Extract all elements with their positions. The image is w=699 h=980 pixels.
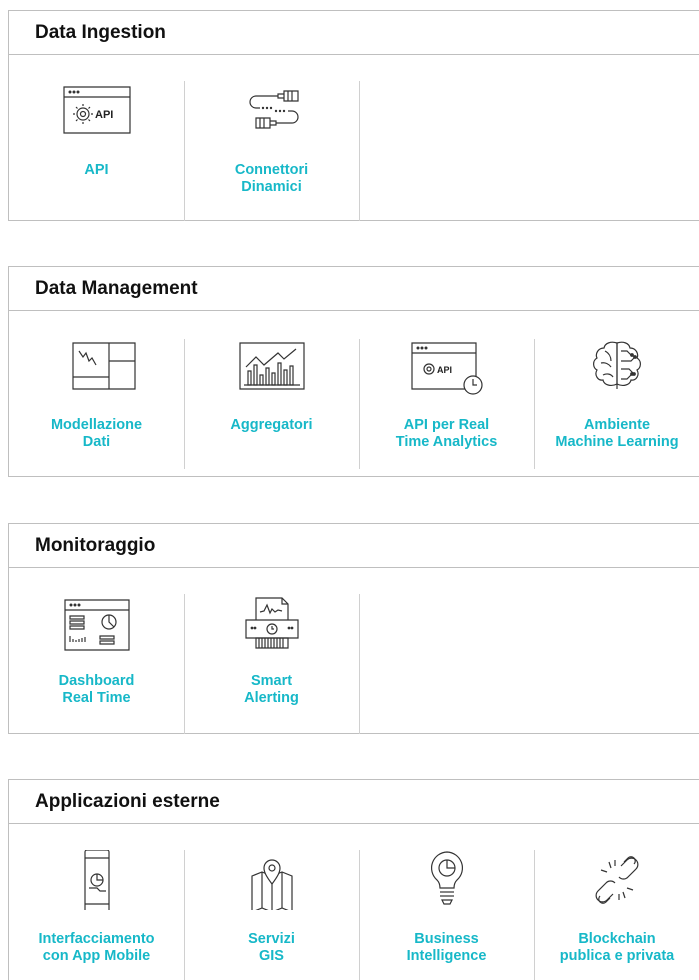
api-window-icon: API	[57, 81, 137, 141]
item-label: Blockchain publica e privata	[559, 931, 675, 964]
item-label: Aggregatori	[230, 417, 313, 433]
item-label: API	[84, 162, 109, 178]
item-servizi-gis[interactable]: Servizi GIS	[184, 824, 359, 980]
section-monitoraggio: Monitoraggio Dashboard Real Time Smart A…	[8, 523, 699, 734]
item-label: Modellazione Dati	[50, 417, 143, 450]
item-app-mobile[interactable]: Interfacciamento con App Mobile	[9, 824, 184, 980]
map-pin-icon	[232, 850, 312, 910]
api-icon-text: API	[437, 365, 452, 375]
broken-chain-icon	[577, 850, 657, 910]
item-aggregatori[interactable]: Aggregatori	[184, 311, 359, 476]
item-label: Business Intelligence	[406, 931, 487, 964]
bar-chart-icon	[232, 337, 312, 397]
item-label: Smart Alerting	[244, 673, 299, 706]
item-blockchain[interactable]: Blockchain publica e privata	[534, 824, 699, 980]
lightbulb-icon	[407, 850, 487, 910]
section-title: Monitoraggio	[9, 524, 699, 568]
mobile-app-icon	[57, 850, 137, 910]
item-label: Ambiente Machine Learning	[555, 417, 679, 450]
section-applicazioni-esterne: Applicazioni esterne Interfacciamento co…	[8, 779, 699, 980]
item-row: Interfacciamento con App Mobile Servizi …	[9, 824, 699, 980]
item-label: Connettori Dinamici	[234, 162, 309, 195]
item-label: API per Real Time Analytics	[395, 417, 498, 450]
section-data-management: Data Management Modellazione Dati Aggreg…	[8, 266, 699, 477]
brain-icon	[577, 337, 657, 397]
item-api-real-time-analytics[interactable]: API API per Real Time Analytics	[359, 311, 534, 476]
section-title: Applicazioni esterne	[9, 780, 699, 824]
item-row: API API Connettori Dinamici	[9, 55, 699, 221]
section-title: Data Management	[9, 267, 699, 311]
dashboard-icon	[57, 594, 137, 654]
item-label: Interfacciamento con App Mobile	[38, 931, 155, 964]
api-clock-icon: API	[407, 337, 487, 397]
item-connettori-dinamici[interactable]: Connettori Dinamici	[184, 55, 359, 220]
item-dashboard-real-time[interactable]: Dashboard Real Time	[9, 568, 184, 733]
section-title: Data Ingestion	[9, 11, 699, 55]
api-icon-text: API	[95, 109, 113, 121]
item-machine-learning[interactable]: Ambiente Machine Learning	[534, 311, 699, 476]
item-row: Dashboard Real Time Smart Alerting	[9, 568, 699, 734]
divider	[359, 594, 360, 734]
printer-alert-icon	[232, 594, 312, 654]
data-model-icon	[57, 337, 137, 397]
item-label: Dashboard Real Time	[58, 673, 135, 706]
divider	[359, 81, 360, 221]
item-modellazione-dati[interactable]: Modellazione Dati	[9, 311, 184, 476]
section-data-ingestion: Data Ingestion API API Connettori Dinami…	[8, 10, 699, 221]
cable-connector-icon	[232, 81, 312, 141]
item-smart-alerting[interactable]: Smart Alerting	[184, 568, 359, 733]
item-business-intelligence[interactable]: Business Intelligence	[359, 824, 534, 980]
item-api[interactable]: API API	[9, 55, 184, 220]
item-row: Modellazione Dati Aggregatori API API pe…	[9, 311, 699, 476]
item-label: Servizi GIS	[248, 931, 295, 964]
